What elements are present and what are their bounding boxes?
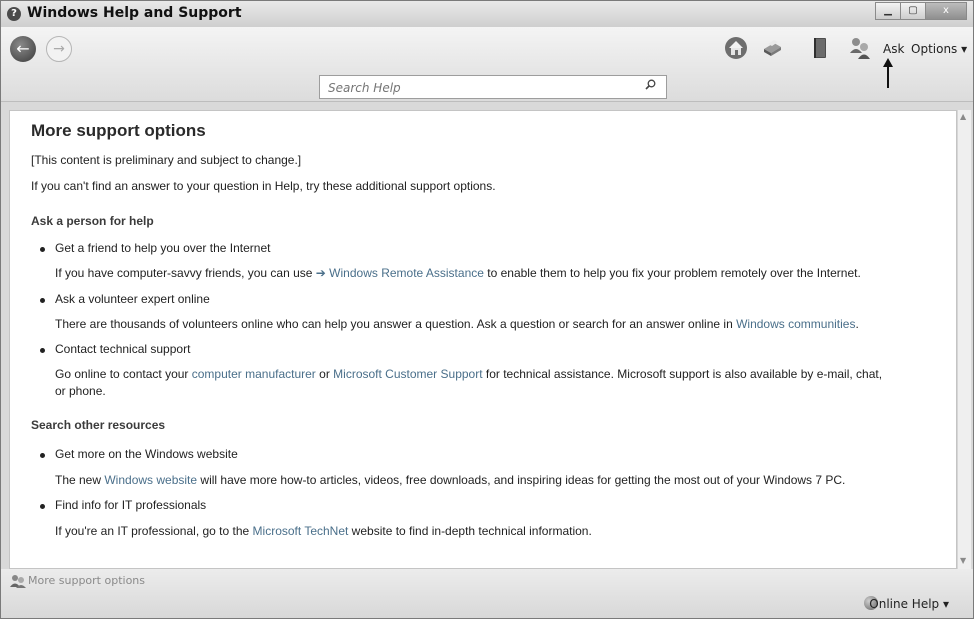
up-arrow-icon (883, 58, 893, 88)
list-item: Contact technical support (39, 342, 191, 356)
description-text: or phone. (55, 384, 106, 398)
print-icon[interactable] (759, 35, 785, 61)
close-button[interactable]: x (925, 2, 967, 20)
title-bar: ? Windows Help and Support ▁ ▢ x (1, 1, 973, 27)
section-heading: Ask a person for help (31, 214, 154, 228)
remote-assistance-link[interactable]: ➔ Windows Remote Assistance (316, 266, 484, 280)
minimize-button[interactable]: ▁ (875, 2, 901, 20)
people-icon[interactable] (847, 35, 873, 61)
description-text: to enable them to help you fix your prob… (483, 266, 861, 280)
help-icon: ? (7, 7, 21, 21)
description-text: There are thousands of volunteers online… (55, 317, 737, 331)
vertical-scrollbar[interactable]: ▲ ▼ (957, 110, 971, 569)
description-text: Go online to contact your (55, 367, 192, 381)
online-help-menu[interactable]: Online Help ▾ (869, 597, 949, 611)
list-item-description: There are thousands of volunteers online… (55, 317, 859, 331)
window-controls: ▁ ▢ x (875, 2, 967, 20)
status-bar: More support options Online Help ▾ (1, 569, 973, 618)
microsoft-support-link[interactable]: Microsoft Customer Support (333, 367, 482, 381)
search-input[interactable] (326, 77, 630, 99)
ask-button[interactable]: Ask (883, 42, 904, 56)
options-menu[interactable]: Options ▾ (911, 42, 967, 56)
intro-text: If you can't find an answer to your ques… (31, 179, 496, 193)
description-text: website to find in-depth technical infor… (348, 524, 592, 538)
description-text: or (315, 367, 334, 381)
people-icon (10, 575, 26, 588)
home-icon[interactable] (723, 35, 749, 61)
current-page-label: More support options (28, 574, 146, 587)
help-content: More support options [This content is pr… (9, 110, 957, 569)
description-text: If you have computer-savvy friends, you … (55, 266, 316, 280)
section-heading: Search other resources (31, 418, 166, 432)
book-icon[interactable] (807, 35, 833, 61)
description-text: If you're an IT professional, go to the (55, 524, 253, 538)
description-text: The new (55, 473, 105, 487)
window-title: Windows Help and Support (27, 5, 242, 21)
search-field[interactable] (319, 75, 667, 99)
description-text: for technical assistance. Microsoft supp… (482, 367, 883, 381)
scroll-down-icon[interactable]: ▼ (960, 556, 966, 565)
preliminary-note: [This content is preliminary and subject… (31, 153, 302, 167)
search-icon[interactable] (645, 79, 656, 90)
toolbar: ← → Ask Options ▾ (1, 27, 973, 102)
help-window: ? Windows Help and Support ▁ ▢ x ← → Ask… (0, 0, 974, 619)
list-item-description: If you're an IT professional, go to the … (55, 524, 592, 538)
description-text: will have more how-to articles, videos, … (197, 473, 846, 487)
list-item: Get more on the Windows website (40, 447, 238, 461)
windows-communities-link[interactable]: Windows communities (736, 317, 855, 331)
list-item-description: The new Windows website will have more h… (55, 473, 845, 487)
list-item-description: Go online to contact your computer manuf… (55, 367, 882, 381)
maximize-button[interactable]: ▢ (900, 2, 926, 20)
page-title: More support options (31, 121, 206, 140)
list-item: Ask a volunteer expert online (40, 292, 210, 306)
back-arrow-icon[interactable]: ← (10, 36, 36, 62)
description-text: . (855, 317, 859, 331)
computer-manufacturer-link[interactable]: computer manufacturer (192, 367, 316, 381)
list-item: Find info for IT professionals (39, 498, 207, 512)
scroll-up-icon[interactable]: ▲ (960, 112, 966, 121)
windows-website-link[interactable]: Windows website (104, 473, 197, 487)
list-item-description: If you have computer-savvy friends, you … (55, 266, 861, 280)
list-item: Get a friend to help you over the Intern… (39, 241, 271, 255)
forward-arrow-icon[interactable]: → (46, 36, 72, 62)
technet-link[interactable]: Microsoft TechNet (253, 524, 349, 538)
